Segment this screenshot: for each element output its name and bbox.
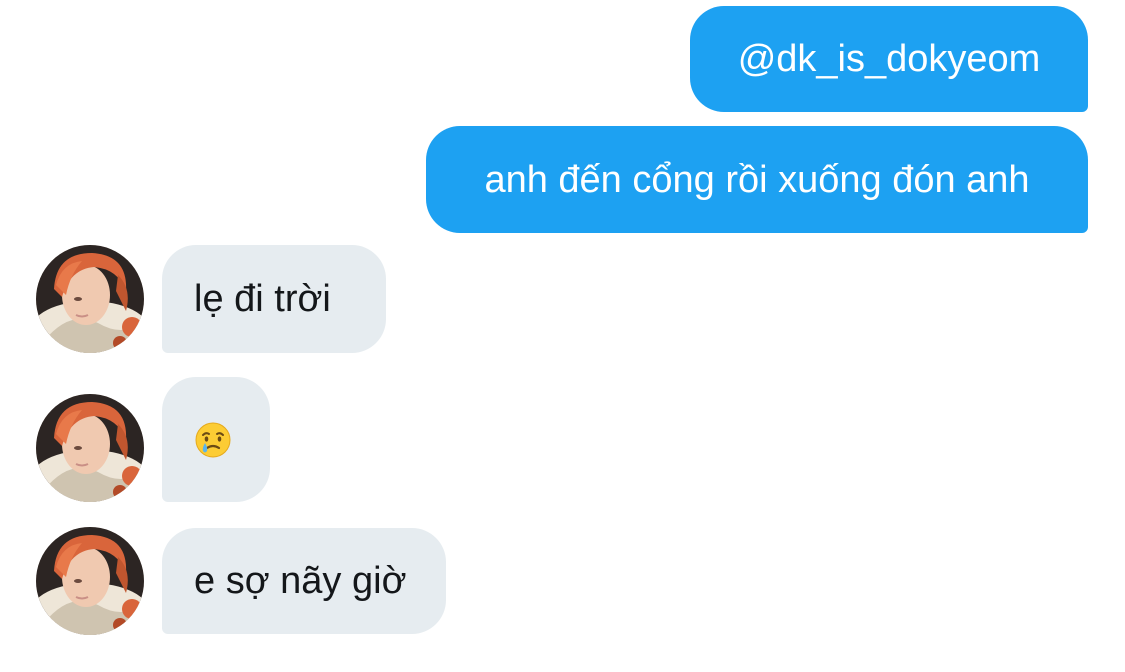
received-message-text: e sợ nãy giờ xyxy=(194,560,407,602)
avatar[interactable] xyxy=(36,527,144,635)
received-message-bubble[interactable] xyxy=(162,377,270,502)
received-message-bubble[interactable]: e sợ nãy giờ xyxy=(162,528,446,634)
avatar-image xyxy=(36,394,144,502)
sent-message-bubble[interactable]: anh đến cổng rồi xuống đón anh xyxy=(426,126,1088,233)
sent-message-text: anh đến cổng rồi xuống đón anh xyxy=(484,158,1030,201)
smiling-face-with-tear-icon xyxy=(194,421,232,459)
received-message-bubble[interactable]: lẹ đi trời xyxy=(162,245,386,353)
sent-message-bubble[interactable]: @dk_is_dokyeom xyxy=(690,6,1088,112)
sent-message-text: @dk_is_dokyeom xyxy=(737,38,1041,80)
avatar[interactable] xyxy=(36,394,144,502)
avatar-image xyxy=(36,527,144,635)
avatar-image xyxy=(36,245,144,353)
avatar[interactable] xyxy=(36,245,144,353)
received-message-text: lẹ đi trời xyxy=(194,278,331,320)
